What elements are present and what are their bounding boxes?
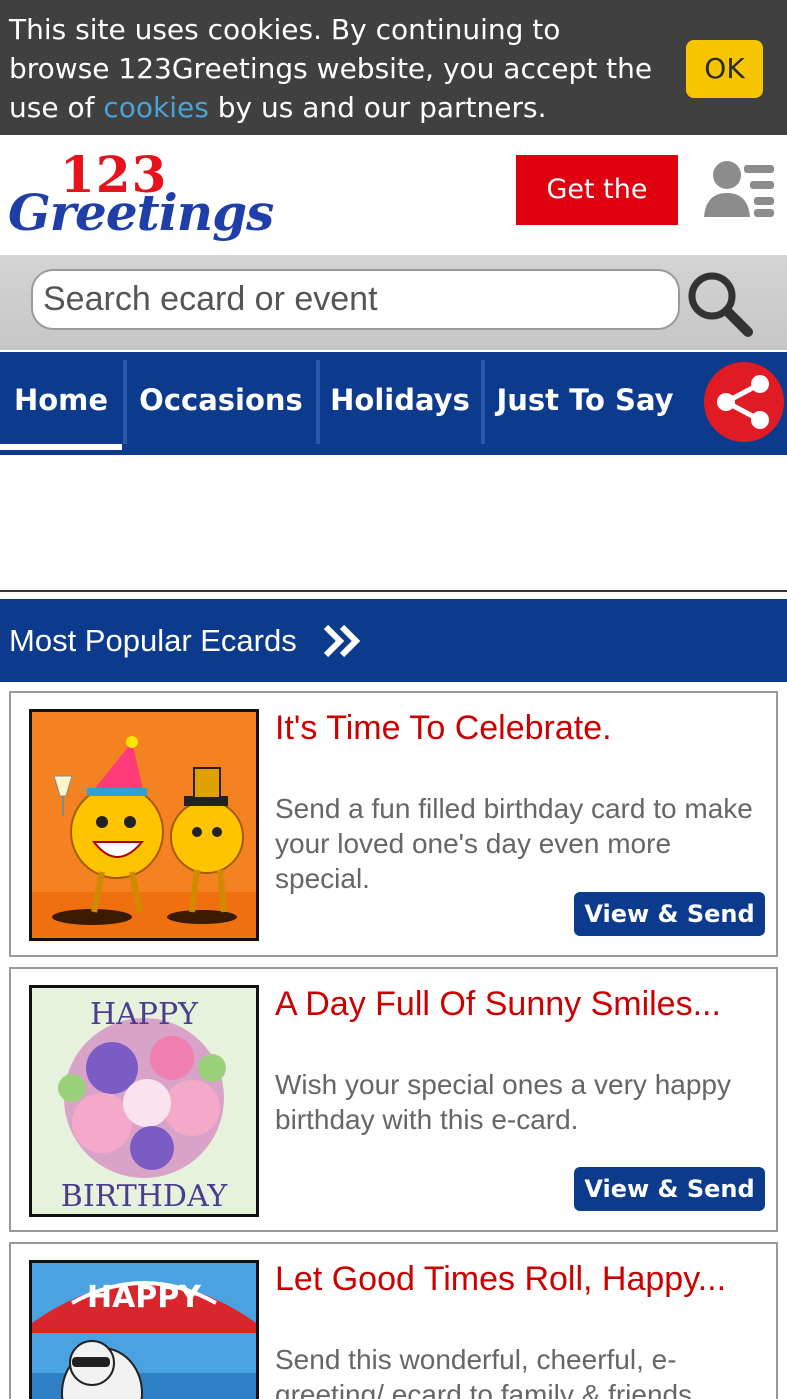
get-the-app-button[interactable]: Get the App	[516, 155, 678, 275]
view-send-button[interactable]: View & Send	[574, 1167, 765, 1211]
ecard-description: Send a fun filled birthday card to make …	[275, 793, 753, 894]
ad-divider	[0, 590, 787, 592]
cookie-message: This site uses cookies. By continuing to…	[9, 10, 659, 127]
cookies-link[interactable]: cookies	[103, 91, 208, 124]
cookie-text-end: by us and our partners.	[208, 91, 547, 124]
double-chevron-right-icon	[323, 624, 361, 658]
cookie-banner: This site uses cookies. By continuing to…	[0, 0, 787, 135]
ecard-item[interactable]: HAPPY BIRTHDAY A Day Full Of Sunny Smile…	[9, 967, 778, 1232]
section-title: Most Popular Ecards	[9, 623, 297, 658]
ecard-item[interactable]: It's Time To Celebrate. Send a fun fille…	[9, 691, 778, 957]
birthday-flowers-illustration: HAPPY BIRTHDAY	[32, 988, 256, 1214]
main-nav: Home Occasions Holidays Just To Say	[0, 352, 787, 455]
logo-wordmark: Greetings	[8, 183, 274, 242]
beach-cat-illustration: HAPPY	[32, 1263, 256, 1399]
ecard-title[interactable]: A Day Full Of Sunny Smiles...	[275, 983, 770, 1025]
ecard-item[interactable]: HAPPY Let Good Times Roll, Happy... Send…	[9, 1242, 778, 1399]
ecard-description: Wish your special ones a very happy birt…	[275, 1069, 731, 1135]
tab-home[interactable]: Home	[0, 352, 122, 450]
celebrate-illustration	[32, 712, 256, 938]
popular-ecards-header[interactable]: Most Popular Ecards	[0, 599, 787, 682]
cookie-ok-button[interactable]: OK	[686, 40, 763, 98]
user-menu-icon[interactable]	[700, 157, 780, 227]
search-input[interactable]	[31, 269, 680, 330]
card-image-happy-text: HAPPY	[87, 1280, 202, 1315]
card-image-happy-text: HAPPY	[90, 997, 199, 1032]
search-icon[interactable]	[684, 268, 756, 340]
ecard-thumbnail-sunny-smiles[interactable]: HAPPY BIRTHDAY	[29, 985, 259, 1217]
view-send-button[interactable]: View & Send	[574, 892, 765, 936]
tab-occasions[interactable]: Occasions	[127, 352, 315, 448]
site-header: 123 Greetings Get the App	[0, 135, 787, 275]
share-icon[interactable]	[704, 362, 784, 442]
ecard-description: Send this wonderful, cheerful, e-greetin…	[275, 1344, 700, 1399]
ecard-thumbnail-celebrate[interactable]	[29, 709, 259, 941]
site-logo[interactable]: 123 Greetings	[8, 145, 328, 245]
search-bar	[0, 255, 787, 350]
ecard-title[interactable]: It's Time To Celebrate.	[275, 707, 770, 749]
card-image-birthday-text: BIRTHDAY	[61, 1179, 229, 1214]
tab-just-to-say[interactable]: Just To Say	[485, 352, 685, 448]
tab-holidays[interactable]: Holidays	[320, 352, 480, 448]
ecard-thumbnail-good-times[interactable]: HAPPY	[29, 1260, 259, 1399]
ecard-title[interactable]: Let Good Times Roll, Happy...	[275, 1258, 770, 1300]
